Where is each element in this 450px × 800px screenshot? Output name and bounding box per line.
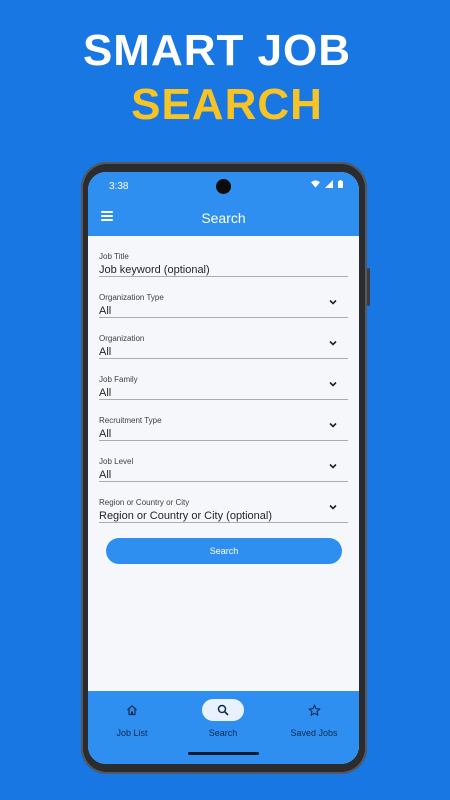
- field-value: All: [99, 428, 112, 440]
- nav-label: Job List: [116, 728, 148, 738]
- promo-title-line1: SMART JOB: [82, 26, 352, 75]
- chevron-down-icon: [329, 299, 337, 305]
- job-level-select[interactable]: Job Level All: [99, 441, 348, 482]
- field-value: Job keyword (optional): [99, 264, 210, 276]
- chevron-down-icon: [329, 463, 337, 469]
- field-label: Organization: [99, 334, 145, 343]
- field-value: All: [99, 469, 112, 481]
- field-label: Recruitment Type: [99, 416, 162, 425]
- field-label: Job Family: [99, 375, 138, 384]
- promo-title-line2: SEARCH: [131, 80, 323, 129]
- field-value: All: [99, 387, 112, 399]
- field-label: Organization Type: [99, 293, 164, 302]
- signal-icon: [325, 180, 333, 188]
- status-time: 3:38: [109, 181, 129, 192]
- status-icons: [311, 180, 343, 188]
- page-title: Search: [201, 210, 246, 226]
- job-title-field[interactable]: Job Title Job keyword (optional): [99, 236, 348, 277]
- organization-select[interactable]: Organization All: [99, 318, 348, 359]
- wifi-icon: [311, 180, 320, 188]
- field-label: Region or Country or City: [99, 498, 190, 507]
- nav-item-job-list[interactable]: Job List: [92, 699, 172, 738]
- nav-label: Saved Jobs: [290, 728, 338, 738]
- phone-screen: 3:38 Search Job Title Job keyword (optio…: [88, 172, 359, 764]
- recruitment-type-select[interactable]: Recruitment Type All: [99, 400, 348, 441]
- bottom-navigation: Job List Search Saved Jobs: [88, 691, 359, 764]
- camera-cutout: [216, 179, 231, 194]
- home-indicator[interactable]: [188, 752, 259, 755]
- chevron-down-icon: [329, 381, 337, 387]
- nav-label: Search: [208, 728, 238, 738]
- field-value: All: [99, 346, 112, 358]
- chevron-down-icon: [329, 422, 337, 428]
- home-icon: [127, 705, 137, 716]
- field-value: Region or Country or City (optional): [99, 510, 273, 522]
- field-label: Job Title: [99, 252, 129, 261]
- job-family-select[interactable]: Job Family All: [99, 359, 348, 400]
- star-icon: [308, 704, 320, 716]
- nav-item-search[interactable]: Search: [183, 699, 263, 738]
- organization-type-select[interactable]: Organization Type All: [99, 277, 348, 318]
- field-label: Job Level: [99, 457, 134, 466]
- status-bar: 3:38: [88, 172, 359, 200]
- chevron-down-icon: [329, 504, 337, 510]
- field-value: All: [99, 305, 112, 317]
- battery-icon: [338, 180, 343, 188]
- phone-side-button: [367, 268, 370, 306]
- search-button[interactable]: Search: [106, 538, 342, 564]
- nav-item-saved-jobs[interactable]: Saved Jobs: [274, 699, 354, 738]
- app-bar: Search: [88, 200, 359, 236]
- search-icon: [217, 704, 229, 716]
- chevron-down-icon: [329, 340, 337, 346]
- region-select[interactable]: Region or Country or City Region or Coun…: [99, 482, 348, 523]
